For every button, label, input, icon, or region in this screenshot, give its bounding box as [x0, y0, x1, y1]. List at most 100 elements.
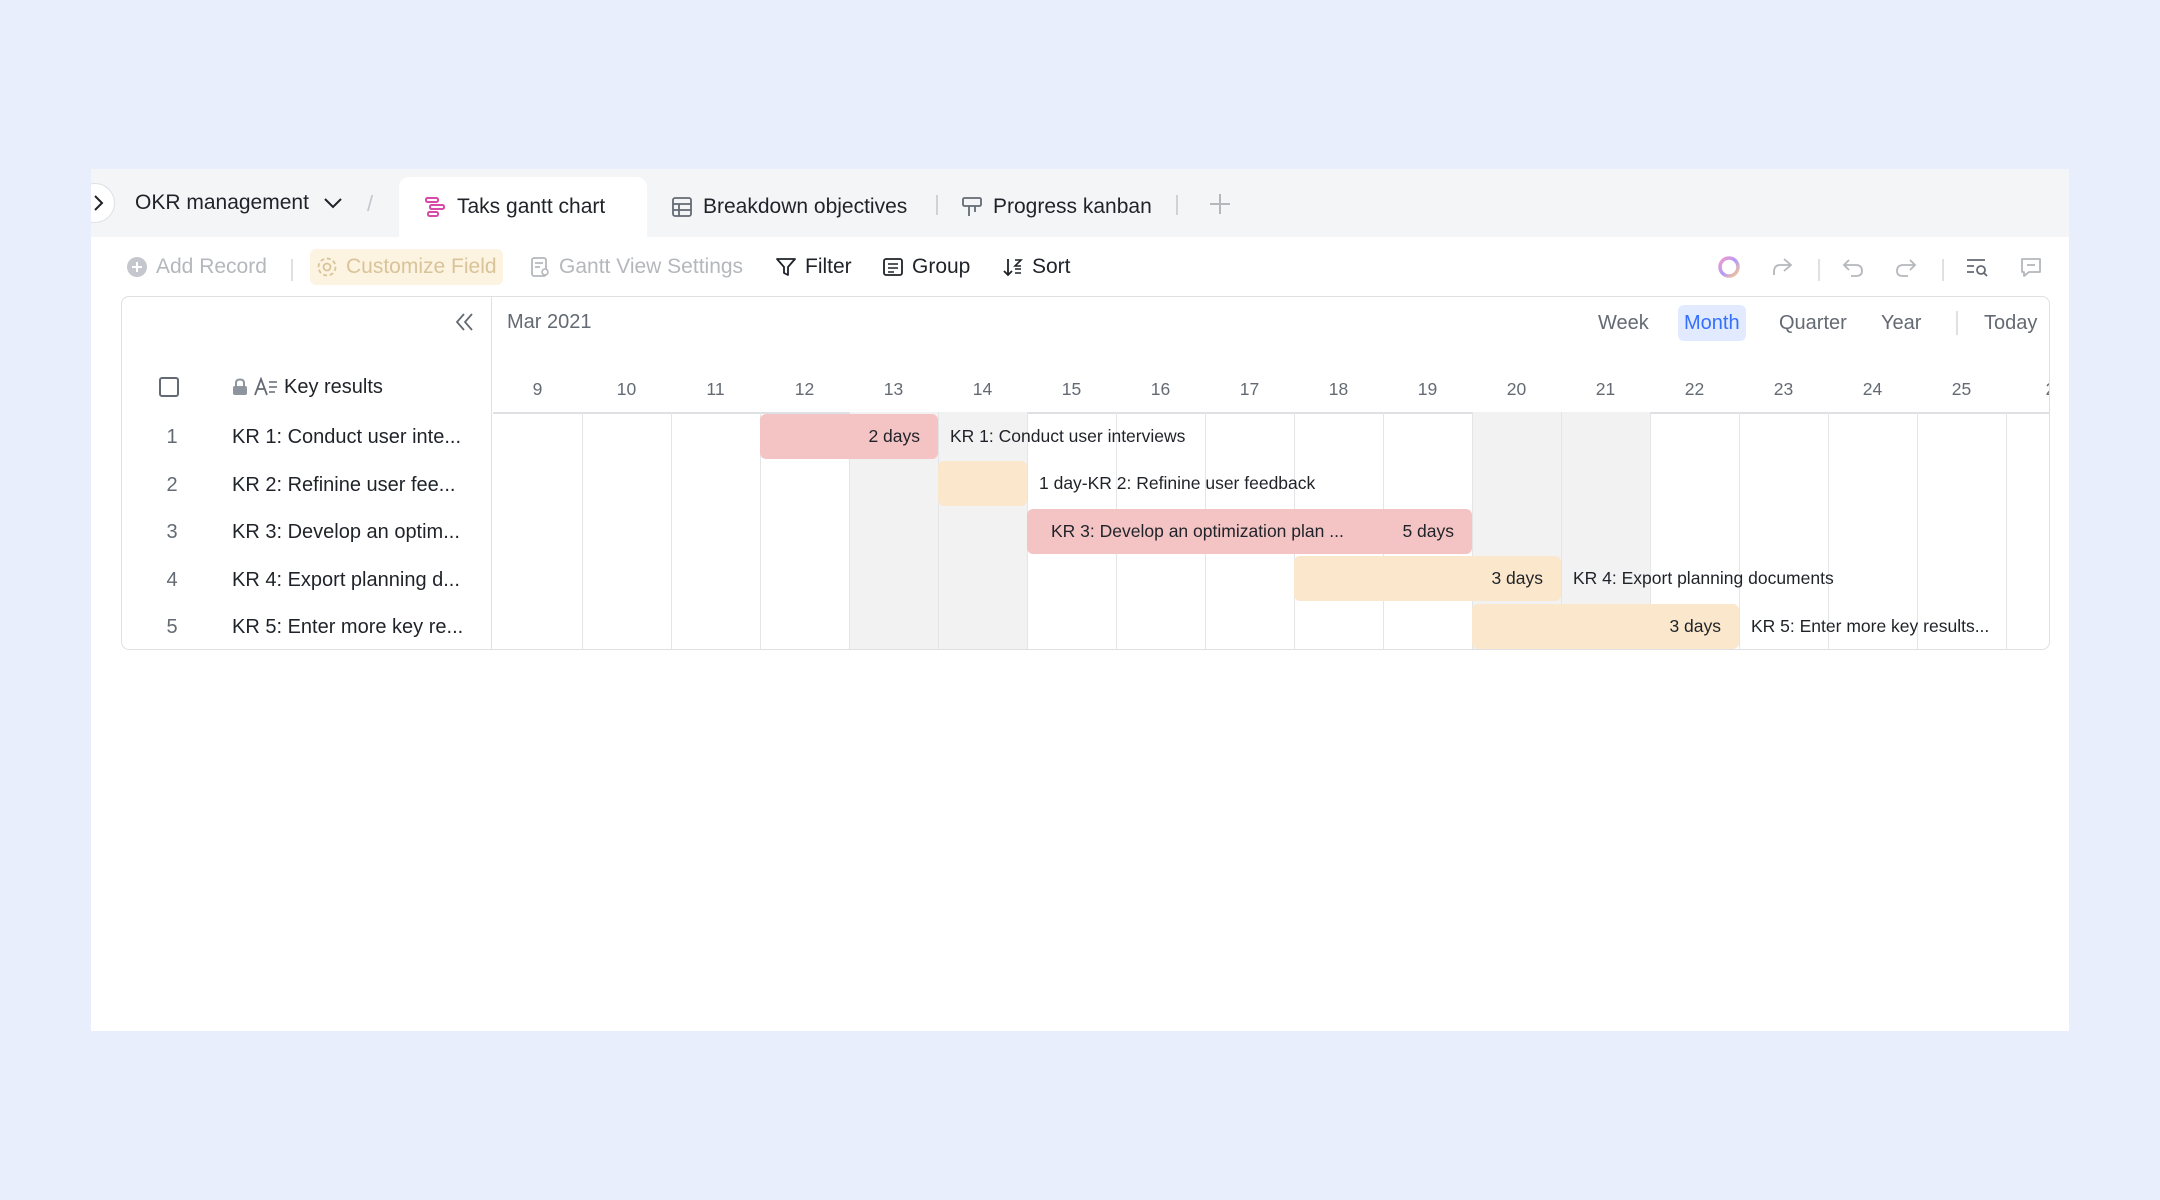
undo-icon[interactable] — [1839, 253, 1867, 281]
day-label: 24 — [1862, 379, 1883, 399]
sort-label: Sort — [1032, 255, 1071, 278]
tab-gantt-label: Taks gantt chart — [457, 195, 606, 218]
bar-duration: 3 days — [1491, 568, 1543, 588]
search-records-icon[interactable] — [1963, 253, 1991, 281]
row-number: 2 — [166, 473, 178, 496]
day-label: 23 — [1773, 379, 1794, 399]
day-header: 9 10 11 12 13 14 15 16 17 18 19 20 21 22 23 24 25 2 — [493, 297, 2049, 412]
redo-icon[interactable] — [1892, 253, 1920, 281]
day-label: 18 — [1328, 379, 1349, 399]
breadcrumb-separator: / — [367, 191, 374, 216]
settings-doc-icon — [531, 257, 549, 277]
bar-inner-label: KR 3: Develop an optimization plan ... — [1051, 520, 1344, 541]
lock-icon — [233, 378, 247, 395]
tab-breakdown-objectives[interactable]: Breakdown objectives — [671, 177, 907, 237]
day-label: 10 — [616, 379, 637, 399]
toolbar: Add Record Customize Field Gantt View Se… — [91, 237, 2069, 297]
bar-duration: 5 days — [1402, 520, 1454, 541]
gantt-panel: Key results 1 KR 1: Conduct user inte...… — [121, 296, 2050, 650]
sidebar-toggle-button[interactable] — [91, 183, 115, 223]
select-all-checkbox[interactable] — [159, 377, 179, 397]
day-label: 14 — [972, 379, 993, 399]
tab-bar: OKR management / Taks gantt chart Breakd… — [91, 169, 2069, 237]
text-field-icon — [254, 377, 277, 396]
row-title: KR 4: Export planning d... — [232, 568, 460, 591]
tab-divider — [1176, 195, 1178, 215]
group-button[interactable]: Group — [882, 249, 970, 285]
day-label: 21 — [1595, 379, 1616, 399]
table-row[interactable]: 2 KR 2: Refinine user fee... — [122, 462, 492, 510]
day-label: 13 — [883, 379, 904, 399]
gantt-view-settings-button[interactable]: Gantt View Settings — [529, 249, 743, 285]
customize-field-label: Customize Field — [346, 255, 497, 278]
grid-table-icon — [672, 197, 692, 217]
day-label: 12 — [794, 379, 815, 399]
gantt-icon — [425, 197, 445, 217]
tab-progress-kanban[interactable]: Progress kanban — [961, 177, 1152, 237]
gantt-bar[interactable]: 3 days — [1472, 603, 1739, 649]
gantt-bar[interactable] — [938, 461, 1027, 506]
bar-label: KR 1: Conduct user interviews — [950, 425, 1186, 446]
row-title: KR 3: Develop an optim... — [232, 521, 460, 544]
gantt-grid: 2 days KR 1: Conduct user interviews 1 day… — [493, 412, 2049, 649]
day-label: 22 — [1684, 379, 1705, 399]
gantt-bar[interactable]: 2 days — [760, 413, 938, 459]
comment-icon[interactable] — [2017, 253, 2045, 281]
gantt-timeline: Mar 2021 Week Month Quarter Year Today 9… — [493, 297, 2049, 649]
day-label: 2 — [2006, 379, 2049, 400]
table-row[interactable]: 1 KR 1: Conduct user inte... — [122, 414, 492, 462]
gantt-bar[interactable]: 3 days — [1294, 556, 1561, 601]
share-icon[interactable] — [1768, 253, 1796, 281]
row-number: 1 — [166, 426, 178, 449]
chevron-right-icon — [94, 195, 104, 211]
ai-ring-icon[interactable] — [1715, 253, 1743, 281]
group-icon — [883, 258, 903, 276]
day-label: 25 — [1951, 379, 1972, 399]
row-title: KR 5: Enter more key re... — [232, 616, 464, 639]
chevron-down-icon — [324, 198, 342, 209]
base-title-label: OKR management — [135, 191, 309, 214]
tab-kanban-label: Progress kanban — [993, 195, 1152, 218]
day-label: 20 — [1506, 379, 1527, 399]
bar-duration: 2 days — [868, 425, 920, 446]
base-title-dropdown[interactable]: OKR management — [135, 187, 343, 219]
record-list: Key results 1 KR 1: Conduct user inte...… — [122, 297, 492, 649]
tab-divider — [936, 195, 938, 215]
row-number: 3 — [166, 521, 178, 544]
customize-field-button[interactable]: Customize Field — [310, 249, 503, 285]
gantt-bar[interactable]: KR 3: Develop an optimization plan ... 5 … — [1027, 508, 1472, 554]
sort-icon — [1003, 259, 1023, 277]
toolbar-divider — [1818, 259, 1820, 281]
add-record-button[interactable]: Add Record — [126, 249, 267, 285]
table-row[interactable]: 4 KR 4: Export planning d... — [122, 557, 492, 605]
filter-icon — [776, 258, 796, 276]
filter-label: Filter — [805, 255, 852, 278]
filter-button[interactable]: Filter — [775, 249, 852, 285]
day-label: 19 — [1417, 379, 1438, 399]
add-tab-icon[interactable] — [1207, 191, 1233, 217]
app-window: OKR management / Taks gantt chart Breakd… — [91, 169, 2069, 1031]
day-gridline — [671, 412, 672, 649]
day-label: 16 — [1150, 379, 1171, 399]
column-header-key-results[interactable]: Key results — [232, 373, 383, 401]
table-row[interactable]: 3 KR 3: Develop an optim... — [122, 509, 492, 557]
day-label: 11 — [706, 379, 725, 399]
gantt-view-settings-label: Gantt View Settings — [559, 255, 744, 278]
tab-breakdown-label: Breakdown objectives — [703, 195, 908, 218]
sort-button[interactable]: Sort — [1002, 249, 1071, 285]
row-title: KR 2: Refinine user fee... — [232, 473, 456, 496]
day-gridline — [1739, 412, 1740, 649]
toolbar-divider — [1942, 259, 1944, 281]
toolbar-divider — [291, 259, 293, 281]
tab-gantt[interactable]: Taks gantt chart — [399, 177, 647, 237]
day-label: 9 — [532, 379, 543, 399]
bar-label: KR 5: Enter more key results... — [1751, 615, 1990, 636]
bar-duration: 3 days — [1669, 615, 1721, 636]
collapse-left-icon[interactable] — [452, 309, 478, 335]
day-gridline — [2006, 412, 2007, 649]
day-label: 15 — [1061, 379, 1082, 399]
group-label: Group — [912, 255, 971, 278]
day-label: 17 — [1239, 379, 1260, 399]
table-row[interactable]: 5 KR 5: Enter more key re... — [122, 604, 492, 649]
kanban-icon — [962, 197, 982, 216]
